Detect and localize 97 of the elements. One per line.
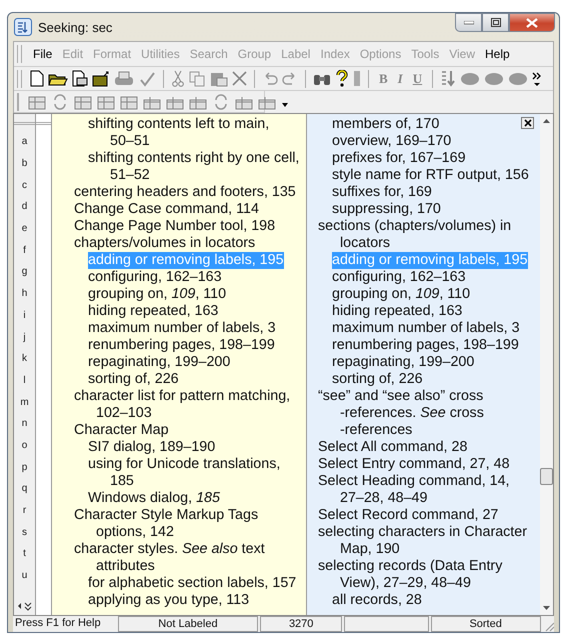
index-entry[interactable]: Change Page Number tool, 198 — [74, 218, 276, 235]
folder-icon[interactable] — [92, 70, 110, 87]
letter-tab[interactable]: a — [22, 131, 28, 153]
letter-tab[interactable]: g — [22, 261, 28, 283]
grid-icon[interactable] — [28, 94, 46, 110]
index-entry[interactable]: maximum number of labels, 3 — [88, 320, 276, 337]
index-entry[interactable]: prefixes for, 167–169 — [332, 150, 466, 167]
index-entry[interactable]: Change Case command, 114 — [74, 201, 259, 218]
letter-tab[interactable]: l — [23, 370, 26, 392]
index-entry[interactable]: renumbering pages, 198–199 — [332, 337, 519, 354]
index-entry[interactable]: maximum number of labels, 3 — [332, 320, 520, 337]
index-entry[interactable]: for alphabetic section labels, 157 — [88, 575, 296, 592]
letter-tab[interactable]: n — [22, 412, 28, 435]
index-entry[interactable]: chapters/volumes in locators — [74, 235, 256, 252]
letter-tab[interactable]: p — [22, 456, 28, 478]
letter-tab[interactable]: i — [23, 304, 26, 326]
scrollbar[interactable] — [540, 114, 553, 615]
status-panel: Not Labeled — [118, 616, 258, 632]
index-entry[interactable]: all records, 28 — [332, 592, 422, 609]
index-entry[interactable]: Select Entry command, 27, 48 — [318, 456, 510, 473]
index-entry[interactable]: renumbering pages, 198–199 — [88, 337, 275, 354]
document-stack-icon[interactable] — [72, 70, 88, 87]
index-entry[interactable]: SI7 dialog, 189–190 — [88, 439, 216, 456]
help-icon[interactable] — [335, 70, 349, 87]
letter-tab[interactable]: c — [22, 174, 27, 196]
index-entry[interactable]: overview, 169–170 — [332, 133, 452, 150]
letter-tab[interactable]: q — [22, 478, 28, 500]
close-button[interactable] — [509, 13, 555, 32]
index-entry[interactable]: character list for pattern matching, 102–103 — [74, 388, 290, 422]
letter-tab[interactable]: t — [23, 543, 26, 565]
grid-icon[interactable] — [97, 94, 115, 110]
restore-icon — [490, 18, 500, 27]
letter-tab[interactable]: r — [22, 500, 26, 522]
index-entry[interactable]: hiding repeated, 163 — [88, 303, 218, 320]
status-panel: 3270 — [260, 616, 342, 632]
index-entry[interactable]: sections (chapters/volumes) in locators — [318, 218, 512, 252]
scroll-arrows-icon[interactable] — [16, 601, 32, 611]
index-entry[interactable]: sorting of, 226 — [332, 371, 423, 388]
index-entry[interactable]: applying as you type, 113 — [88, 592, 250, 609]
index-entry[interactable]: using for Unicode translations, 185 — [88, 456, 280, 490]
paste-icon[interactable] — [210, 70, 228, 87]
copy-icon[interactable] — [189, 70, 206, 87]
sort-icon[interactable] — [440, 70, 456, 87]
letter-tab[interactable]: u — [22, 564, 28, 586]
scroll-up-icon[interactable] — [543, 118, 550, 123]
grid-icon[interactable] — [120, 94, 138, 110]
scroll-down-icon[interactable] — [543, 606, 550, 611]
new-document-icon[interactable] — [30, 70, 44, 87]
status-text: Press F1 for Help — [14, 616, 102, 631]
scroll-thumb[interactable] — [540, 468, 553, 485]
index-entry[interactable]: sorting of, 226 — [88, 371, 179, 388]
menu-item[interactable]: File — [28, 47, 58, 61]
index-entry[interactable]: repaginating, 199–200 — [332, 354, 474, 371]
index-entry[interactable]: Windows dialog, 185 — [88, 490, 220, 507]
index-entry[interactable]: grouping on, 109, 110 — [332, 286, 470, 303]
index-entry[interactable]: grouping on, 109, 110 — [88, 286, 226, 303]
index-entry[interactable]: suppressing, 170 — [332, 201, 441, 218]
letter-tab[interactable]: k — [22, 348, 27, 370]
index-entry[interactable]: Select Heading command, 14, 27–28, 48–49 — [318, 473, 510, 507]
index-entry[interactable]: centering headers and footers, 135 — [74, 184, 296, 201]
letter-tab[interactable]: d — [22, 196, 28, 218]
index-entry[interactable]: configuring, 162–163 — [332, 269, 466, 286]
app-icon — [14, 18, 32, 36]
window-title: Seeking: sec — [38, 20, 112, 34]
letter-tab[interactable]: m — [20, 391, 29, 413]
grid-icon[interactable] — [74, 94, 92, 110]
index-entry[interactable]: Select Record command, 27 — [318, 507, 498, 524]
index-entry[interactable]: suffixes for, 169 — [332, 184, 432, 201]
close-icon — [526, 18, 538, 28]
letter-tab[interactable]: f — [23, 239, 26, 262]
index-entry[interactable]: style name for RTF output, 156 — [332, 167, 529, 184]
index-entry[interactable]: hiding repeated, 163 — [332, 303, 462, 320]
index-entry[interactable]: repaginating, 199–200 — [88, 354, 230, 371]
menu-item[interactable]: Help — [480, 47, 515, 61]
index-entry[interactable]: Character Map — [74, 422, 169, 439]
letter-tab[interactable]: b — [22, 152, 28, 174]
letter-tab[interactable]: h — [22, 282, 28, 304]
delete-icon[interactable] — [232, 70, 247, 87]
status-panel: Sorted — [430, 616, 541, 632]
scissors-icon[interactable] — [171, 70, 185, 87]
letter-tab[interactable]: o — [22, 434, 28, 456]
index-entry[interactable]: Select All command, 28 — [318, 439, 468, 456]
spellcheck-icon[interactable] — [138, 70, 156, 87]
index-entry[interactable]: “see” and “see also” cross -references. See cross -references — [318, 388, 484, 439]
index-entry[interactable]: members of, 170 — [332, 116, 440, 133]
letter-tab[interactable]: s — [22, 521, 27, 544]
close-pane-button[interactable] — [521, 117, 534, 129]
minimize-icon — [464, 20, 474, 24]
ellipse-icon[interactable] — [460, 70, 480, 87]
close-icon — [524, 119, 532, 127]
letter-tab[interactable]: e — [22, 218, 28, 240]
index-entry[interactable]: configuring, 162–163 — [88, 269, 222, 286]
maximize-button[interactable] — [482, 13, 509, 32]
letter-tab[interactable]: j — [23, 326, 26, 348]
ellipse-icon[interactable] — [484, 70, 504, 87]
chevron-icon[interactable] — [532, 70, 542, 87]
minimize-button[interactable] — [455, 13, 482, 32]
